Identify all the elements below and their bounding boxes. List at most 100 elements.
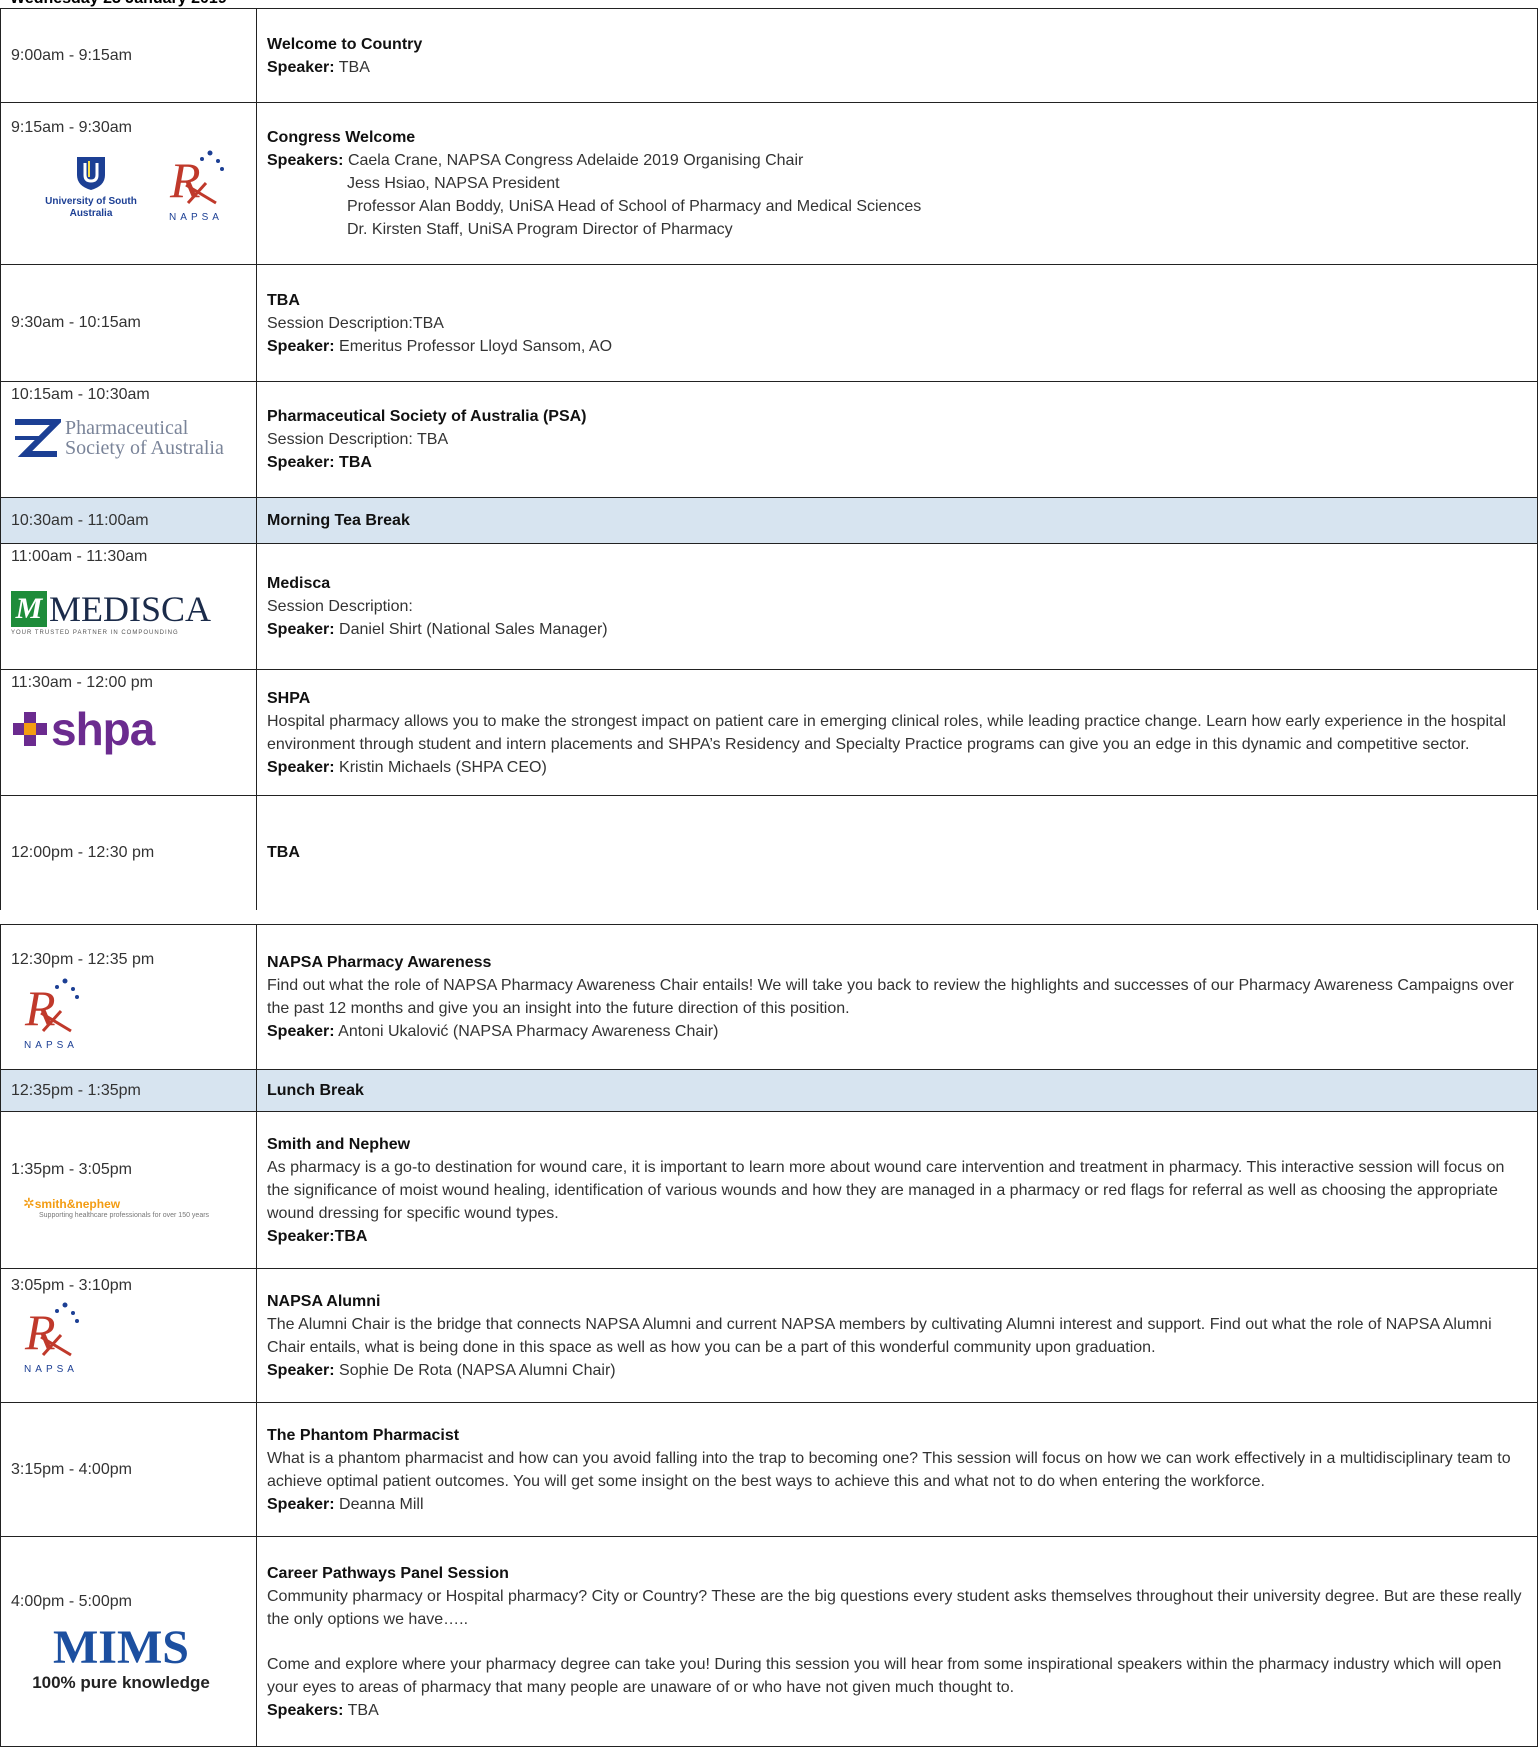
napsa-logo-text: NAPSA (169, 212, 223, 223)
time-cell: 12:00pm - 12:30 pm (0, 795, 257, 910)
speaker-label: Speaker: (267, 758, 335, 776)
shpa-logo: shpa (11, 702, 256, 756)
speaker-name: Emeritus Professor Lloyd Sansom, AO (339, 337, 613, 355)
time-cell: 10:30am - 11:00am (0, 497, 257, 544)
time-label: 12:00pm - 12:30 pm (11, 843, 155, 861)
speaker-name: Professor Alan Boddy, UniSA Head of Scho… (347, 198, 922, 215)
session-description: Session Description: (267, 598, 413, 615)
table-row: 10:15am - 10:30am Pharmaceutical Society… (0, 381, 1538, 498)
session-title: TBA (267, 291, 300, 309)
schedule-page-2: 12:30pm - 12:35 pm R NAPSA NAPSA Pharmac… (0, 924, 1538, 1747)
mims-tagline: 100% pure knowledge (32, 1673, 210, 1692)
napsa-logo-text: NAPSA (24, 1040, 78, 1051)
shpa-logo-text: shpa (51, 703, 155, 755)
speaker-label: Speaker: (267, 337, 335, 355)
time-cell: 11:30am - 12:00 pm shpa (0, 669, 257, 796)
session-description: As pharmacy is a go-to destination for w… (267, 1158, 1505, 1222)
session-cell: SHPA Hospital pharmacy allows you to mak… (256, 669, 1538, 796)
session-title: Smith and Nephew (267, 1135, 411, 1153)
session-cell: NAPSA Alumni The Alumni Chair is the bri… (256, 1268, 1538, 1403)
shpa-cross-icon (13, 712, 47, 746)
session-cell: Congress Welcome Speakers: Caela Crane, … (256, 102, 1538, 265)
table-row: 12:30pm - 12:35 pm R NAPSA NAPSA Pharmac… (0, 924, 1538, 1070)
time-cell: 4:00pm - 5:00pm MIMS 100% pure knowledge (0, 1536, 257, 1747)
napsa-rx-icon: R (24, 978, 79, 1036)
speaker-name: TBA (338, 58, 370, 76)
session-description: Come and explore where your pharmacy deg… (267, 1655, 1502, 1696)
psa-emblem-icon (15, 419, 61, 457)
table-row: 12:00pm - 12:30 pm TBA (0, 795, 1538, 910)
session-title: Medisca (267, 575, 331, 592)
napsa-logo: R NAPSA (11, 1297, 91, 1375)
session-description: Find out what the role of NAPSA Pharmacy… (267, 977, 1514, 1017)
session-title: SHPA (267, 689, 311, 707)
medisca-tagline: YOUR TRUSTED PARTNER IN COMPOUNDING (11, 630, 179, 636)
unisa-logo-text: University of South Australia (45, 196, 137, 219)
medisca-mark-icon: M (11, 591, 47, 627)
speaker-name: Antoni Ukalović (NAPSA Pharmacy Awarenes… (338, 1023, 719, 1040)
time-label: 9:00am - 9:15am (11, 46, 132, 64)
mims-logo-text: MIMS (53, 1621, 189, 1674)
speaker-label: Speaker: (267, 454, 335, 471)
speaker-name: TBA (347, 1701, 379, 1719)
svg-text:R: R (24, 1304, 56, 1359)
session-description: Community pharmacy or Hospital pharmacy?… (267, 1587, 1522, 1628)
table-row: 9:00am - 9:15am Welcome to Country Speak… (0, 8, 1538, 103)
session-description: Hospital pharmacy allows you to make the… (267, 712, 1506, 753)
napsa-rx-icon: R (169, 150, 224, 208)
speaker-label: Speakers: (267, 1701, 344, 1719)
time-cell: 9:15am - 9:30am University of South Aust… (0, 102, 257, 265)
table-row: 11:00am - 11:30am M MEDISCA YOUR TRUSTED… (0, 543, 1538, 670)
speaker-name: Caela Crane, NAPSA Congress Adelaide 201… (347, 152, 804, 169)
schedule-table-1: 9:00am - 9:15am Welcome to Country Speak… (0, 8, 1538, 910)
napsa-logo: R NAPSA (156, 145, 236, 223)
session-cell: NAPSA Pharmacy Awareness Find out what t… (256, 924, 1538, 1070)
smith-nephew-logo-text: smith&nephew (34, 1196, 121, 1211)
session-description: The Alumni Chair is the bridge that conn… (267, 1315, 1492, 1356)
time-label: 10:30am - 11:00am (11, 511, 149, 529)
speaker-label: Speaker: (267, 621, 335, 638)
table-row-break: 10:30am - 11:00am Morning Tea Break (0, 497, 1538, 544)
medisca-logo: M MEDISCA YOUR TRUSTED PARTNER IN COMPOU… (11, 588, 256, 636)
session-title: Welcome to Country (267, 35, 423, 53)
table-row: 11:30am - 12:00 pm shpa SHPA Hospital ph… (0, 669, 1538, 796)
table-row: 3:15pm - 4:00pm The Phantom Pharmacist W… (0, 1402, 1538, 1537)
speaker-label: Speaker: (267, 1361, 335, 1379)
napsa-logo: R NAPSA (11, 973, 91, 1051)
speaker-label: Speaker: (267, 58, 335, 76)
time-cell: 9:30am - 10:15am (0, 264, 257, 382)
speaker-name: Daniel Shirt (National Sales Manager) (339, 621, 608, 638)
speaker-label: Speaker: (267, 1495, 335, 1513)
session-title: TBA (267, 844, 300, 862)
asterisk-icon: ✲ (23, 1195, 35, 1211)
time-cell: 10:15am - 10:30am Pharmaceutical Society… (0, 381, 257, 498)
time-cell: 1:35pm - 3:05pm ✲ smith&nephew Supportin… (0, 1111, 257, 1269)
speaker-label: Speakers: (267, 152, 344, 169)
psa-logo-line1: Pharmaceutical (65, 417, 189, 439)
smith-nephew-logo: ✲ smith&nephew Supporting healthcare pro… (11, 1195, 256, 1219)
session-title: NAPSA Alumni (267, 1292, 381, 1310)
time-label: 11:30am - 12:00 pm (11, 674, 154, 691)
speaker-label: Speaker: (267, 1023, 335, 1040)
time-label: 1:35pm - 3:05pm (11, 1161, 132, 1178)
mims-logo: MIMS 100% pure knowledge (11, 1623, 231, 1693)
time-label: 9:15am - 9:30am (11, 119, 132, 136)
speaker-name: TBA (334, 1227, 368, 1245)
session-cell: Lunch Break (256, 1069, 1538, 1112)
time-label: 3:15pm - 4:00pm (11, 1460, 132, 1478)
session-cell: TBA Session Description:TBA Speaker: Eme… (256, 264, 1538, 382)
unisa-shield-icon (77, 157, 105, 190)
speaker-name: Jess Hsiao, NAPSA President (347, 175, 560, 192)
session-title: Career Pathways Panel Session (267, 1564, 509, 1582)
svg-text:R: R (169, 152, 201, 207)
session-cell: Morning Tea Break (256, 497, 1538, 544)
time-cell: 9:00am - 9:15am (0, 8, 257, 103)
session-cell: Medisca Session Description: Speaker: Da… (256, 543, 1538, 670)
unisa-logo: University of South Australia (31, 155, 151, 220)
session-cell: Career Pathways Panel Session Community … (256, 1536, 1538, 1747)
session-description: What is a phantom pharmacist and how can… (267, 1449, 1511, 1490)
session-cell: Welcome to Country Speaker: TBA (256, 8, 1538, 103)
psa-logo: Pharmaceutical Society of Australia (11, 418, 256, 458)
session-title: NAPSA Pharmacy Awareness (267, 954, 492, 971)
time-cell: 12:30pm - 12:35 pm R NAPSA (0, 924, 257, 1070)
